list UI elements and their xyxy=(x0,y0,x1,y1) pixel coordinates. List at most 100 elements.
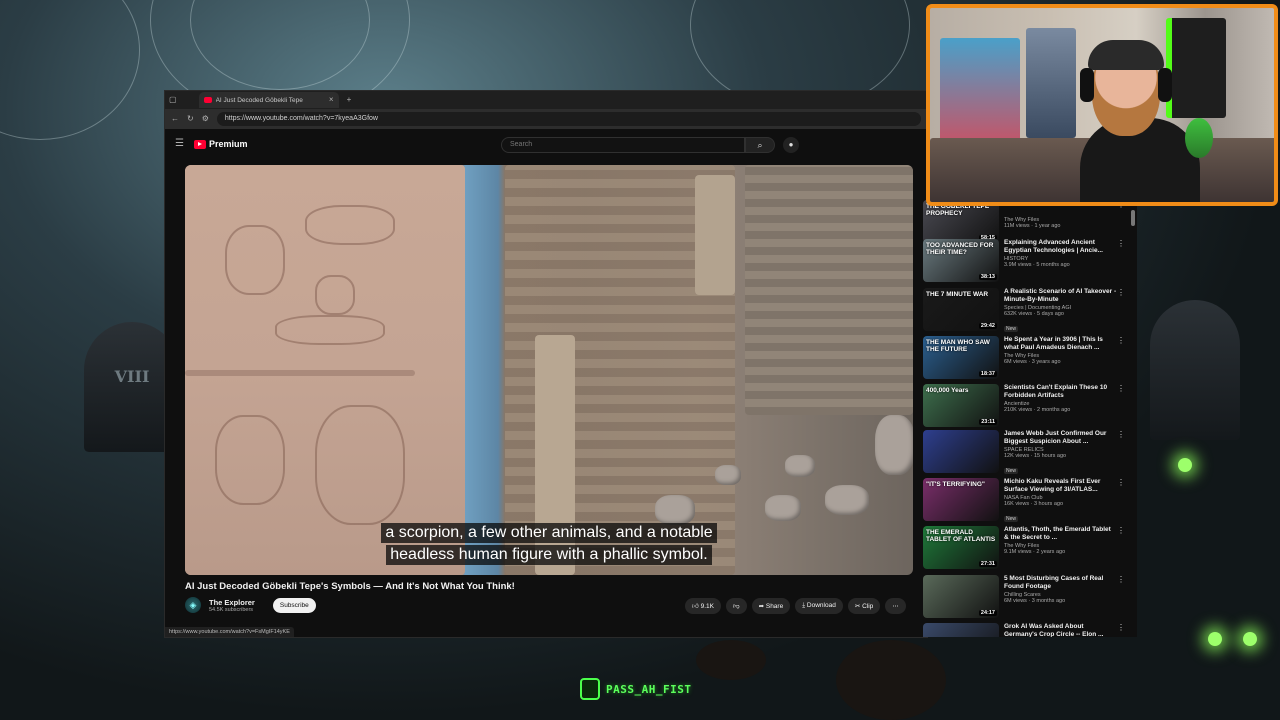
dislike-button[interactable]: 👎︎ xyxy=(725,598,747,614)
more-options-icon[interactable]: ⋮ xyxy=(1117,526,1125,573)
brand-label: PASS_AH_FIST xyxy=(606,682,692,696)
site-info-icon[interactable]: ⚙ xyxy=(202,115,209,123)
download-button[interactable]: ⤓ Download xyxy=(795,598,843,614)
video-duration: 18:37 xyxy=(978,371,997,377)
video-player[interactable]: a scorpion, a few other animals, and a n… xyxy=(185,165,913,575)
carving xyxy=(215,415,285,505)
spider-web xyxy=(0,0,140,140)
mario-figure xyxy=(1185,118,1213,158)
video-thumbnail[interactable]: 400,000 Years 23:11 xyxy=(923,384,999,427)
address-input[interactable]: https://www.youtube.com/watch?v=7kyeaA3G… xyxy=(216,112,921,126)
thumbs-down-icon: 👎︎ xyxy=(732,603,740,610)
youtube-logo[interactable]: Premium xyxy=(193,139,247,149)
youtube-play-icon xyxy=(193,139,206,149)
video-thumbnail[interactable]: THE MAN WHO SAW THE FUTURE 18:37 xyxy=(923,336,999,379)
rock xyxy=(825,485,869,515)
rock xyxy=(715,465,741,485)
video-title[interactable]: Grok AI Was Asked About Germany's Crop C… xyxy=(1004,623,1117,637)
carving xyxy=(275,315,385,345)
like-button[interactable]: 👍︎ 9.1K xyxy=(685,598,721,614)
video-thumbnail[interactable]: THE EMERALD TABLET OF ATLANTIS 27:31 xyxy=(923,526,999,569)
thumbs-up-icon: 👍︎ xyxy=(692,603,701,610)
search-icon[interactable]: ⌕ xyxy=(745,137,775,153)
more-options-icon[interactable]: ⋮ xyxy=(1117,239,1125,286)
video-meta: Grok AI Was Asked About Germany's Crop C… xyxy=(999,623,1117,637)
video-meta: Michio Kaku Reveals First Ever Surface V… xyxy=(999,478,1117,525)
stream-scene: VIII ▢ AI Just Decoded Göbekli Tepe × + … xyxy=(0,0,1280,720)
clip-button[interactable]: ✂ Clip xyxy=(847,598,881,614)
video-title[interactable]: A Realistic Scenario of AI Takeover - Mi… xyxy=(1004,288,1117,304)
more-options-icon[interactable]: ⋮ xyxy=(1117,384,1125,431)
download-label: Download xyxy=(806,602,836,609)
view-stats: 3.9M views · 5 months ago xyxy=(1004,262,1070,268)
recommendation-item[interactable]: 24:17 5 Most Disturbing Cases of Real Fou… xyxy=(923,575,1133,622)
video-thumbnail[interactable] xyxy=(923,623,999,637)
video-thumbnail[interactable]: THE 7 MINUTE WAR 29:42 xyxy=(923,288,999,331)
video-title[interactable]: He Spent a Year in 3906 | This Is what P… xyxy=(1004,336,1117,352)
carving xyxy=(315,405,405,525)
recommendation-item[interactable]: "IT'S TERRIFYING" Michio Kaku Reveals Fir… xyxy=(923,478,1133,525)
recommendation-item[interactable]: TOO ADVANCED FOR THEIR TIME? 38:13 Explain… xyxy=(923,239,1133,286)
video-thumbnail[interactable]: "IT'S TERRIFYING" xyxy=(923,478,999,521)
carving xyxy=(225,225,285,295)
video-meta: Atlantis, Thoth, the Emerald Tablet & th… xyxy=(999,526,1117,573)
recommendation-item[interactable]: Grok AI Was Asked About Germany's Crop C… xyxy=(923,623,1133,637)
zombie-eye xyxy=(1243,632,1257,646)
channel-avatar[interactable]: ◈ xyxy=(185,597,201,613)
thumbnail-text: THE EMERALD TABLET OF ATLANTIS xyxy=(926,529,996,543)
close-tab-icon[interactable]: × xyxy=(329,96,334,104)
more-options-icon[interactable]: ⋮ xyxy=(1117,575,1125,622)
view-stats: 12K views · 15 hours ago xyxy=(1004,453,1067,459)
reload-icon[interactable]: ↻ xyxy=(187,115,194,123)
recommendation-item[interactable]: THE EMERALD TABLET OF ATLANTIS 27:31 Atlan… xyxy=(923,526,1133,573)
search-input[interactable]: Search xyxy=(501,137,745,153)
subtitle-line-1: a scorpion, a few other animals, and a n… xyxy=(185,523,913,543)
pumpkin xyxy=(836,640,946,720)
more-options-icon[interactable]: ⋮ xyxy=(1117,478,1125,525)
share-button[interactable]: ➦ Share xyxy=(751,598,791,614)
recommendation-item[interactable]: THE MAN WHO SAW THE FUTURE 18:37 He Spent … xyxy=(923,336,1133,383)
tab-active[interactable]: AI Just Decoded Göbekli Tepe × xyxy=(198,92,339,108)
more-options-icon[interactable]: ⋮ xyxy=(1117,336,1125,383)
video-title[interactable]: Atlantis, Thoth, the Emerald Tablet & th… xyxy=(1004,526,1117,542)
subscribe-button[interactable]: Subscribe xyxy=(272,597,316,613)
tombstone xyxy=(1150,300,1240,440)
channel-brand: PASS_AH_FIST xyxy=(580,678,691,700)
scissors-icon: ✂ xyxy=(854,603,863,610)
recommendation-item[interactable]: THE 7 MINUTE WAR 29:42 A Realistic Scenari… xyxy=(923,288,1133,335)
video-duration: 27:31 xyxy=(978,561,997,567)
menu-icon[interactable]: ☰ xyxy=(175,139,184,149)
more-options-icon[interactable]: ⋮ xyxy=(1117,288,1125,335)
video-thumbnail[interactable]: 24:17 xyxy=(923,575,999,618)
recommendations-sidebar: THE GOBEKLI TEPE PROPHECY 58:15 The Why Fi… xyxy=(919,192,1137,637)
recommendation-item[interactable]: 400,000 Years 23:11 Scientists Can't Expla… xyxy=(923,384,1133,431)
video-title[interactable]: Scientists Can't Explain These 10 Forbid… xyxy=(1004,384,1117,400)
video-thumbnail[interactable] xyxy=(923,430,999,473)
video-actions: 👍︎ 9.1K 👎︎ ➦ Share ⤓ Download ✂ Clip ⋯ xyxy=(685,598,906,614)
recommendation-item[interactable]: James Webb Just Confirmed Our Biggest Su… xyxy=(923,430,1133,477)
video-meta: He Spent a Year in 3906 | This Is what P… xyxy=(999,336,1117,383)
more-actions-button[interactable]: ⋯ xyxy=(885,598,906,614)
zombie-eye xyxy=(1178,458,1192,472)
share-icon: ➦ xyxy=(758,603,766,610)
video-title[interactable]: Michio Kaku Reveals First Ever Surface V… xyxy=(1004,478,1117,494)
channel-name[interactable]: The Explorer xyxy=(209,598,255,607)
more-options-icon[interactable]: ⋮ xyxy=(1117,430,1125,477)
video-thumbnail[interactable]: THE GOBEKLI TEPE PROPHECY 58:15 xyxy=(923,200,999,243)
video-title[interactable]: James Webb Just Confirmed Our Biggest Su… xyxy=(1004,430,1117,446)
video-meta: 5 Most Disturbing Cases of Real Found Fo… xyxy=(999,575,1117,622)
stone-wall xyxy=(745,165,913,415)
video-thumbnail[interactable]: TOO ADVANCED FOR THEIR TIME? 38:13 xyxy=(923,239,999,282)
video-title[interactable]: 5 Most Disturbing Cases of Real Found Fo… xyxy=(1004,575,1117,591)
link-status-bar: https://www.youtube.com/watch?v=FsMgIF14… xyxy=(165,627,294,637)
new-tab-icon[interactable]: + xyxy=(347,96,352,104)
view-stats: 11M views · 1 year ago xyxy=(1004,223,1061,229)
like-count: 9.1K xyxy=(700,603,714,610)
video-title[interactable]: Explaining Advanced Ancient Egyptian Tec… xyxy=(1004,239,1117,255)
back-icon[interactable]: ← xyxy=(171,115,179,123)
microphone-icon[interactable]: ● xyxy=(783,137,799,153)
more-options-icon[interactable]: ⋮ xyxy=(1117,623,1125,637)
thumbnail-text: THE MAN WHO SAW THE FUTURE xyxy=(926,339,990,353)
tab-list-icon[interactable]: ▢ xyxy=(169,96,177,104)
tab-bar: ▢ AI Just Decoded Göbekli Tepe × + xyxy=(165,91,927,109)
